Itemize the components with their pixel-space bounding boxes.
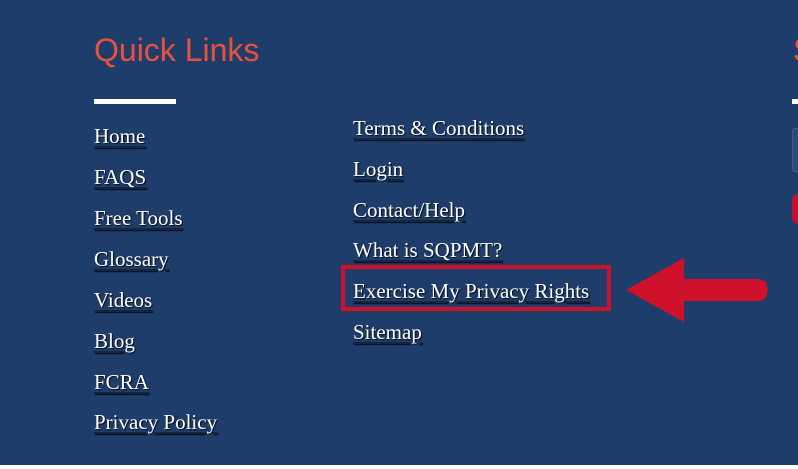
footer-link-privacy-policy[interactable]: Privacy Policy (94, 409, 217, 435)
next-section-input-field[interactable] (792, 128, 798, 172)
quick-links-title: Quick Links (94, 32, 260, 68)
footer-link-free-tools[interactable]: Free Tools (94, 205, 183, 231)
left-pointing-arrow-icon (626, 258, 768, 322)
next-section-underline-divider (792, 99, 798, 104)
footer-link-videos[interactable]: Videos (94, 287, 152, 313)
footer-link-terms-conditions[interactable]: Terms & Conditions (353, 115, 524, 141)
next-section-title: S (793, 28, 798, 72)
title-underline-divider (94, 99, 176, 104)
footer-link-sitemap[interactable]: Sitemap (353, 319, 422, 345)
next-section-red-badge (792, 194, 798, 224)
footer-link-glossary[interactable]: Glossary (94, 246, 169, 272)
footer-link-faqs[interactable]: FAQS (94, 164, 146, 190)
footer-link-home[interactable]: Home (94, 123, 145, 149)
site-footer: Quick Links Home FAQS Free Tools Glossar… (0, 0, 798, 465)
footer-link-fcra[interactable]: FCRA (94, 369, 149, 395)
footer-link-contact-help[interactable]: Contact/Help (353, 197, 465, 223)
footer-link-what-is-sqpmt[interactable]: What is SQPMT? (353, 237, 502, 263)
footer-link-blog[interactable]: Blog (94, 328, 135, 354)
footer-link-exercise-privacy-rights[interactable]: Exercise My Privacy Rights (353, 278, 589, 304)
footer-link-login[interactable]: Login (353, 156, 403, 182)
